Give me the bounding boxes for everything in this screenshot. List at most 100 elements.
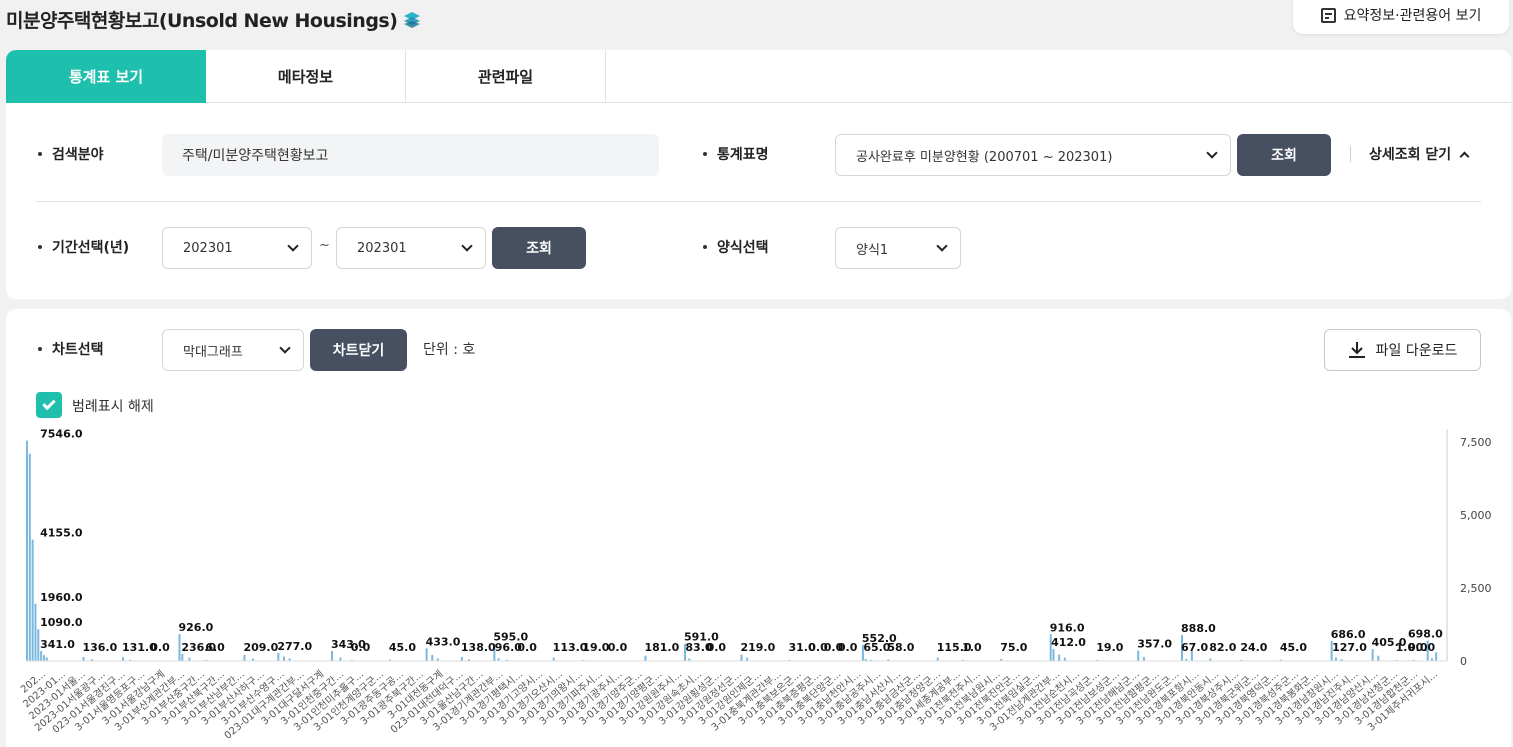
bar-value-label: 7546.0 [40, 428, 83, 441]
bullet-icon [38, 347, 42, 351]
bar [330, 650, 333, 661]
bar [82, 657, 85, 661]
table-name-select[interactable]: 공사완료후 미분양현황 (200701 ~ 202301) [835, 134, 1231, 176]
y-tick-label: 5,000 [1460, 509, 1492, 522]
search-field-label: 검색분야 [38, 144, 104, 164]
bar-value-label: 0.0 [707, 641, 727, 654]
bar-value-label: 136.0 [82, 641, 117, 654]
bar [1058, 654, 1061, 661]
bar [122, 657, 125, 661]
bar-value-label: 75.0 [1000, 641, 1027, 654]
bar-value-label: 0.0 [608, 641, 628, 654]
table-query-button[interactable]: 조회 [1237, 134, 1331, 176]
bar-value-label: 686.0 [1331, 628, 1366, 641]
format-select-value: 양식1 [856, 242, 889, 258]
tab-meta-info[interactable]: 메타정보 [206, 50, 406, 103]
bar [1371, 649, 1374, 661]
period-to-select[interactable]: 202301 [336, 227, 486, 269]
table-name-label: 통계표명 [703, 144, 769, 164]
bar [26, 440, 28, 661]
format-label-text: 양식선택 [717, 240, 769, 256]
bar-value-label: 45.0 [389, 641, 416, 654]
bullet-icon [38, 245, 42, 249]
bar [181, 654, 184, 661]
bar-value-label: 19.0 [1096, 641, 1123, 654]
period-label: 기간선택(년) [38, 237, 129, 257]
bar-value-label: 181.0 [644, 641, 679, 654]
bar [425, 648, 428, 661]
y-tick-label: 2,500 [1460, 582, 1492, 595]
period-separator: ~ [319, 238, 330, 253]
period-from-select[interactable]: 202301 [162, 227, 312, 269]
bar-value-label: 916.0 [1050, 621, 1085, 634]
database-stack-icon [404, 11, 421, 28]
chevron-down-icon [1206, 147, 1218, 159]
chart-select-label-text: 차트선택 [52, 342, 104, 358]
bar [31, 539, 34, 661]
bar [1334, 657, 1337, 661]
table-name-select-value: 공사완료후 미분양현황 (200701 ~ 202301) [856, 149, 1113, 165]
bullet-icon [703, 245, 707, 249]
bullet-icon [703, 152, 707, 156]
bar-chart: 7,500 5,000 2,500 0 7546.0 4155.0 1960.0 1090.0… [19, 428, 1492, 742]
bar [644, 655, 647, 661]
bar-value-label: 138.0 [461, 641, 496, 654]
table-name-label-text: 통계표명 [717, 147, 769, 163]
page-title: 미분양주택현황보고(Unsold New Housings) [6, 6, 421, 33]
period-to-value: 202301 [357, 240, 407, 256]
bar-value-label: 6.0 [205, 641, 225, 654]
detail-search-toggle-label: 상세조회 닫기 [1369, 147, 1452, 163]
bar-value-label: 90.0 [1408, 641, 1435, 654]
bar-value-label: 926.0 [178, 621, 213, 634]
bar-value-label: 277.0 [277, 640, 312, 653]
file-download-label: 파일 다운로드 [1375, 343, 1458, 359]
y-tick-label: 7,500 [1460, 436, 1492, 449]
chart-type-value: 막대그래프 [183, 344, 243, 360]
bar [45, 657, 48, 661]
tab-related-files[interactable]: 관련파일 [406, 50, 606, 103]
bar-value-label: 0.0 [517, 641, 537, 654]
download-icon [1348, 342, 1365, 358]
chart-type-select[interactable]: 막대그래프 [162, 329, 304, 371]
y-tick-label: 0 [1460, 655, 1467, 668]
bar-value-label: 1090.0 [40, 616, 83, 629]
bar-value-label: 433.0 [426, 635, 461, 648]
bar-value-label: 698.0 [1408, 628, 1443, 641]
bar [1137, 650, 1140, 661]
bar [42, 655, 45, 661]
summary-glossary-label: 요약정보·관련용어 보기 [1343, 8, 1482, 24]
legend-toggle-checkbox[interactable] [36, 392, 62, 418]
bar [178, 633, 181, 661]
bar [1142, 656, 1145, 661]
tab-table-view[interactable]: 통계표 보기 [6, 50, 206, 103]
bar-value-label: 219.0 [740, 641, 775, 654]
bar-value-label: 82.0 [1209, 641, 1236, 654]
bullet-icon [38, 152, 42, 156]
chart-select-label: 차트선택 [38, 339, 104, 359]
bar-value-label: 4155.0 [40, 527, 83, 540]
summary-glossary-button[interactable]: 요약정보·관련용어 보기 [1293, 0, 1509, 34]
bar [339, 657, 342, 661]
bar-value-label: 412.0 [1051, 636, 1086, 649]
bar [1377, 655, 1380, 661]
page-title-text: 미분양주택현황보고(Unsold New Housings) [6, 10, 398, 32]
bar [740, 654, 743, 661]
detail-search-toggle[interactable]: 상세조회 닫기 [1350, 144, 1470, 164]
form-divider [36, 201, 1481, 202]
chevron-up-icon [1459, 151, 1470, 161]
document-icon [1320, 7, 1336, 23]
bar-value-label: 341.0 [40, 638, 75, 651]
unit-label: 단위 : 호 [423, 342, 476, 358]
close-chart-button[interactable]: 차트닫기 [310, 329, 407, 371]
period-query-button[interactable]: 조회 [492, 227, 586, 269]
bar-value-label: 1960.0 [40, 591, 83, 604]
chevron-down-icon [279, 342, 291, 354]
bar [460, 656, 463, 661]
legend-toggle-label: 범례표시 해제 [72, 399, 154, 415]
bar-value-label: 45.0 [1280, 641, 1307, 654]
file-download-button[interactable]: 파일 다운로드 [1324, 329, 1481, 371]
format-select[interactable]: 양식1 [835, 227, 961, 269]
bar-value-label: 1.0 [962, 641, 982, 654]
bar-value-label: 209.0 [243, 641, 278, 654]
chevron-down-icon [461, 240, 473, 252]
